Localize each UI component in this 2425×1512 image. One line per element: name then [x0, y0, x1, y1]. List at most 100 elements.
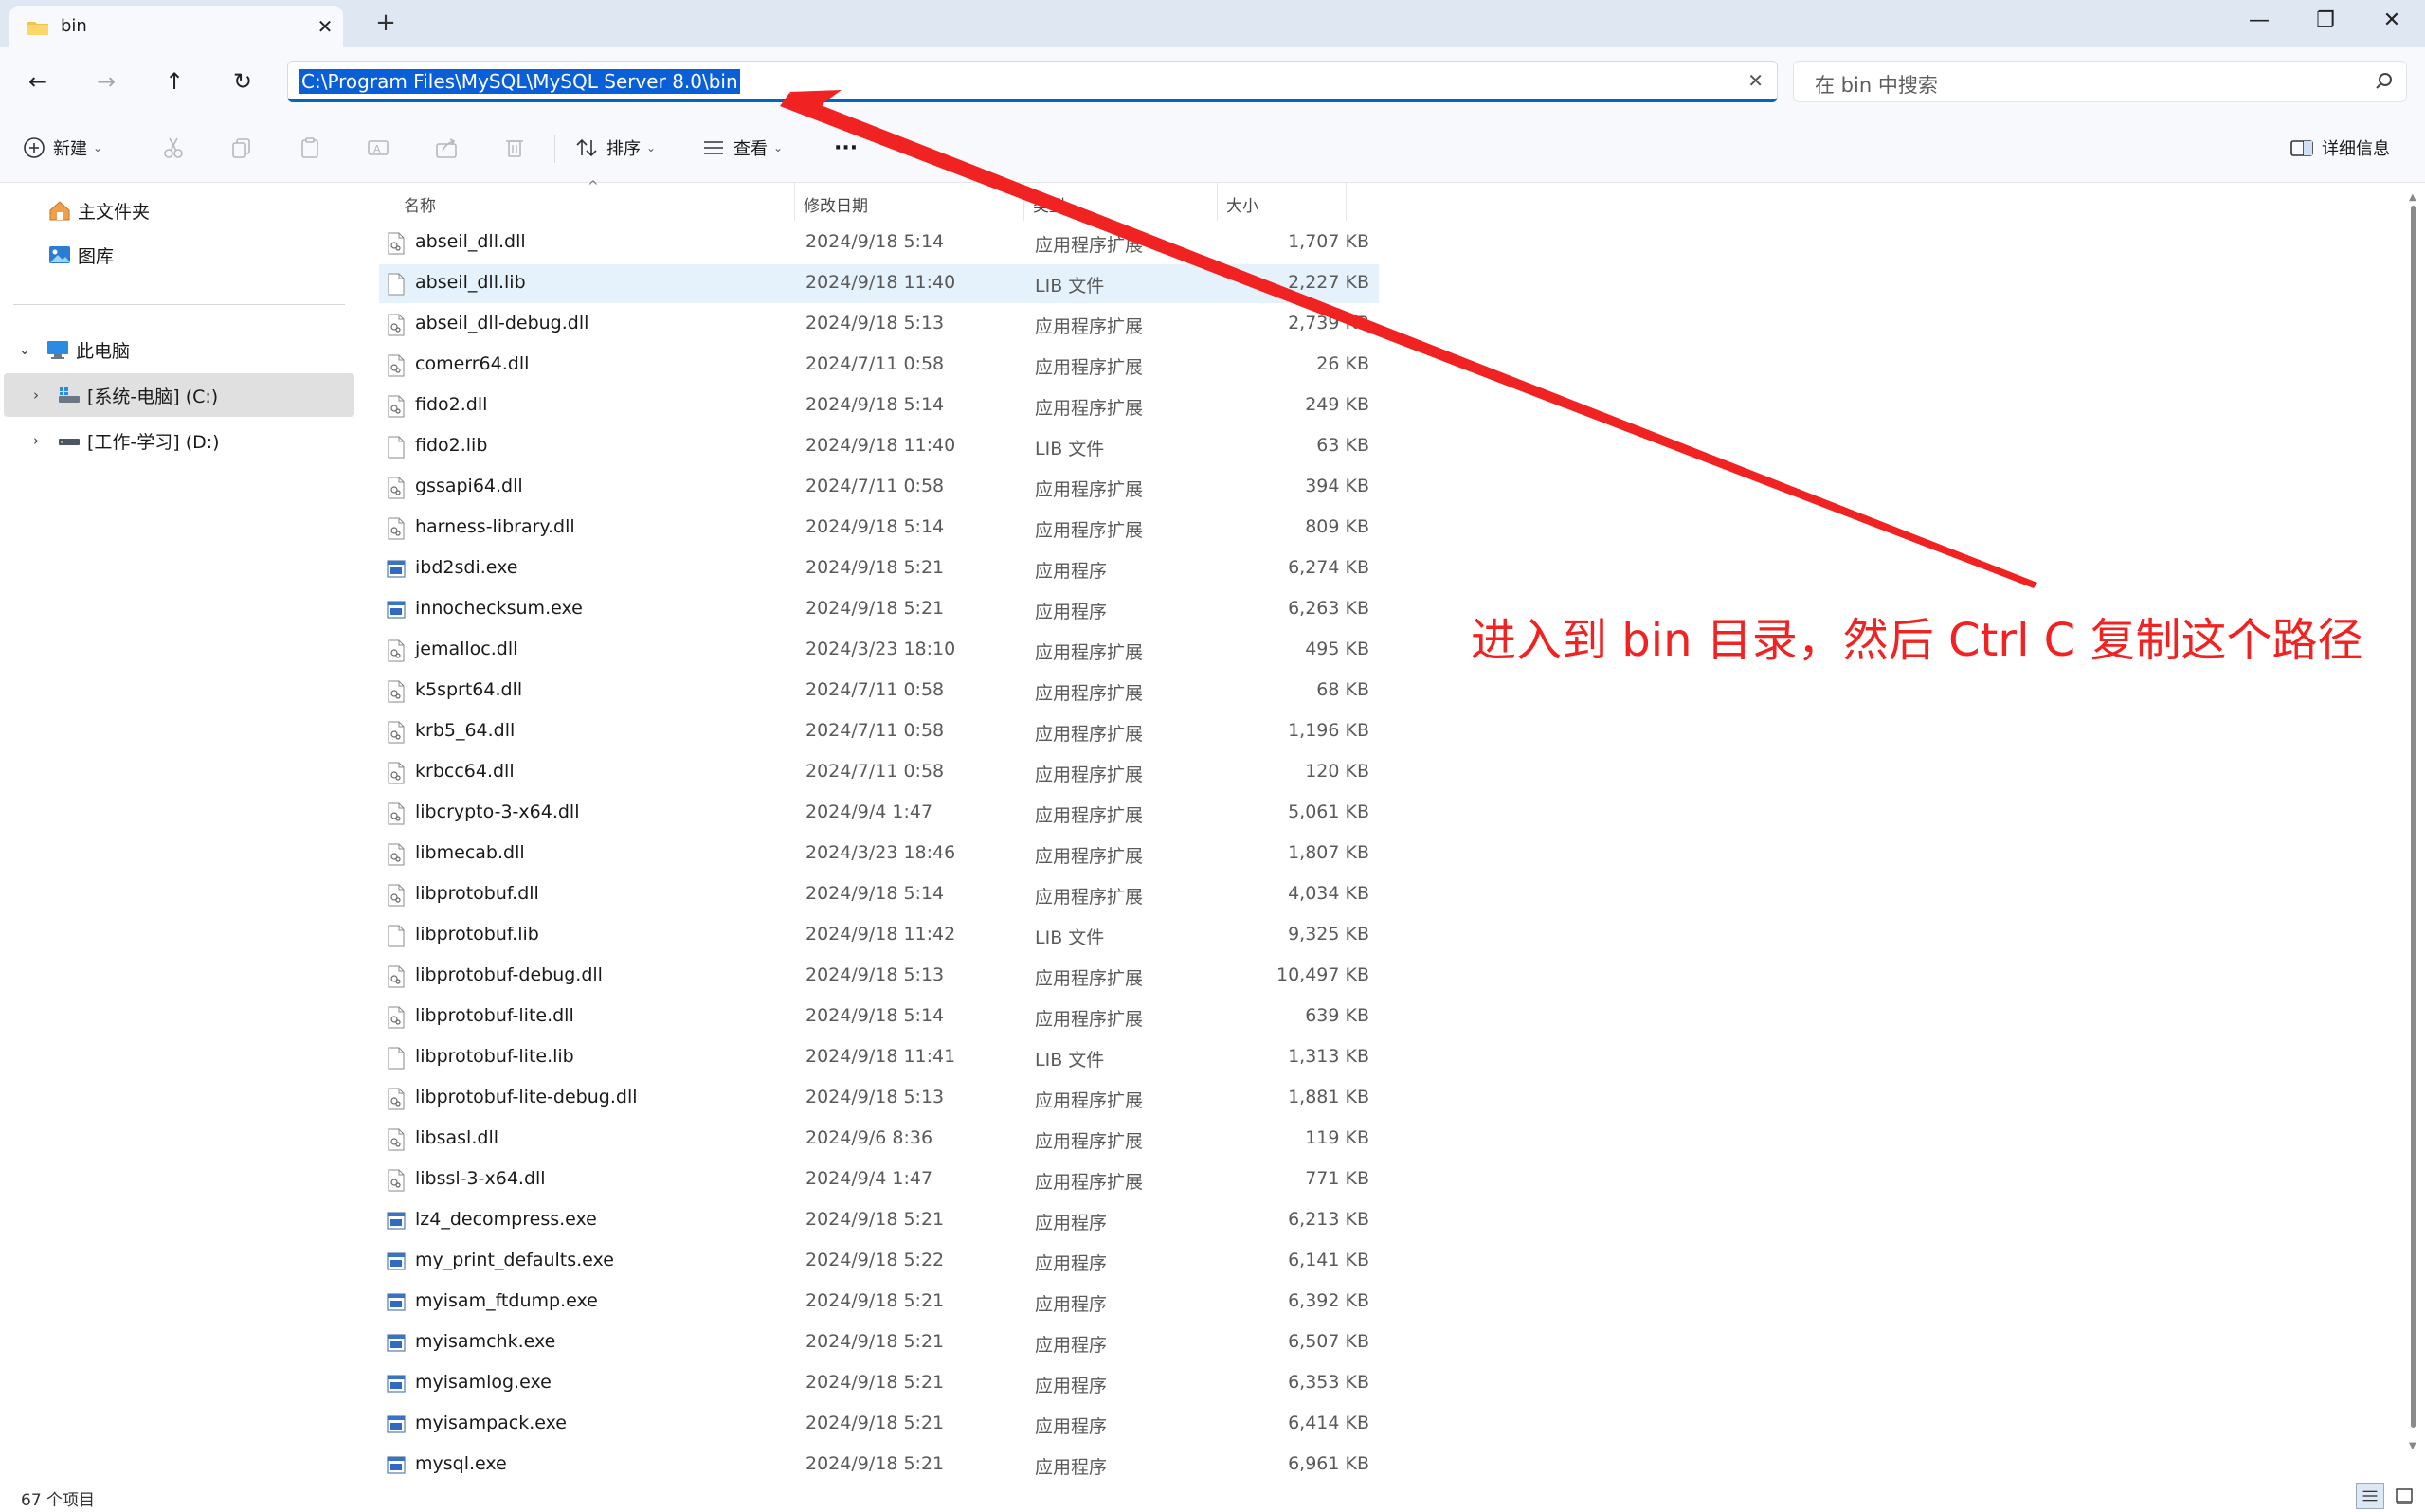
file-name[interactable]: jemalloc.dll	[415, 639, 517, 659]
search-icon[interactable]	[2374, 71, 2395, 92]
file-row[interactable]: my_print_defaults.exe 2024/9/18 5:22 应用程序 6…	[379, 1242, 1379, 1281]
file-name[interactable]: libprotobuf-debug.dll	[415, 964, 603, 985]
file-row[interactable]: lz4_decompress.exe 2024/9/18 5:21 应用程序 6,21…	[379, 1201, 1379, 1240]
file-row[interactable]: ibd2sdi.exe 2024/9/18 5:21 应用程序 6,274 KB	[379, 549, 1379, 588]
file-row[interactable]: k5sprt64.dll 2024/7/11 0:58 应用程序扩展 68 KB	[379, 672, 1379, 711]
scroll-down-icon[interactable]: ▼	[2409, 1441, 2416, 1451]
file-name[interactable]: abseil_dll.dll	[415, 231, 526, 252]
close-button[interactable]: ✕	[2359, 0, 2425, 42]
file-name[interactable]: libcrypto-3-x64.dll	[415, 801, 580, 822]
file-row[interactable]: libprotobuf-debug.dll 2024/9/18 5:13 应用程序扩…	[379, 957, 1379, 996]
file-name[interactable]: comerr64.dll	[415, 353, 529, 374]
file-row[interactable]: fido2.dll 2024/9/18 5:14 应用程序扩展 249 KB	[379, 387, 1379, 425]
details-pane-button[interactable]: 详细信息	[2289, 129, 2390, 167]
column-header-size[interactable]: 大小	[1226, 192, 1258, 216]
chevron-right-icon[interactable]: ›	[25, 432, 47, 449]
details-view-icon[interactable]	[2356, 1483, 2384, 1509]
file-name[interactable]: mysql.exe	[415, 1453, 507, 1474]
view-button[interactable]: 查看 ⌄	[701, 129, 783, 167]
paste-button[interactable]	[298, 129, 330, 167]
file-name[interactable]: libprotobuf.lib	[415, 924, 539, 945]
file-name[interactable]: krbcc64.dll	[415, 761, 515, 782]
file-row[interactable]: abseil_dll-debug.dll 2024/9/18 5:13 应用程序扩展…	[379, 305, 1379, 344]
rename-button[interactable]: A	[366, 129, 398, 167]
column-divider[interactable]	[1346, 183, 1347, 221]
file-name[interactable]: abseil_dll.lib	[415, 272, 526, 293]
file-name[interactable]: libprotobuf-lite.lib	[415, 1046, 574, 1067]
file-name[interactable]: libprotobuf.dll	[415, 883, 539, 904]
file-name[interactable]: k5sprt64.dll	[415, 679, 522, 700]
copy-button[interactable]	[229, 129, 262, 167]
file-row[interactable]: libprotobuf.lib 2024/9/18 11:42 LIB 文件 9,32…	[379, 916, 1379, 955]
address-bar[interactable]: C:\Program Files\MySQL\MySQL Server 8.0\…	[287, 61, 1778, 102]
column-divider[interactable]	[794, 183, 795, 221]
sidebar-item-home[interactable]: 主文件夹	[4, 189, 354, 232]
file-row[interactable]: libprotobuf-lite.dll 2024/9/18 5:14 应用程序扩展…	[379, 998, 1379, 1036]
file-name[interactable]: myisampack.exe	[415, 1413, 567, 1433]
file-row[interactable]: myisampack.exe 2024/9/18 5:21 应用程序 6,414 KB	[379, 1405, 1379, 1444]
vertical-scrollbar[interactable]: ▲ ▼	[2405, 183, 2422, 1481]
file-row[interactable]: libcrypto-3-x64.dll 2024/9/4 1:47 应用程序扩展 5,…	[379, 794, 1379, 833]
file-row[interactable]: myisam_ftdump.exe 2024/9/18 5:21 应用程序 6,392…	[379, 1283, 1379, 1322]
cut-button[interactable]	[161, 129, 193, 167]
file-name[interactable]: ibd2sdi.exe	[415, 557, 517, 578]
file-name[interactable]: myisamlog.exe	[415, 1372, 552, 1393]
sidebar-item-this-pc[interactable]: ⌄ 此电脑	[4, 328, 354, 371]
up-button[interactable]: ↑	[155, 63, 193, 100]
column-header-type[interactable]: 类型	[1033, 192, 1065, 216]
file-name[interactable]: myisam_ftdump.exe	[415, 1290, 598, 1311]
sidebar-item-drive-d[interactable]: › [工作-学习] (D:)	[4, 419, 354, 462]
file-row[interactable]: innochecksum.exe 2024/9/18 5:21 应用程序 6,263 …	[379, 590, 1379, 629]
file-row[interactable]: abseil_dll.lib 2024/9/18 11:40 LIB 文件 2,227…	[379, 264, 1379, 303]
file-name[interactable]: fido2.lib	[415, 435, 487, 456]
file-name[interactable]: gssapi64.dll	[415, 476, 523, 496]
file-row[interactable]: mysql.exe 2024/9/18 5:21 应用程序 6,961 KB	[379, 1446, 1379, 1485]
file-row[interactable]: myisamlog.exe 2024/9/18 5:21 应用程序 6,353 KB	[379, 1364, 1379, 1403]
search-box[interactable]: 在 bin 中搜索	[1793, 61, 2407, 102]
file-row[interactable]: krb5_64.dll 2024/7/11 0:58 应用程序扩展 1,196 KB	[379, 712, 1379, 751]
delete-button[interactable]	[502, 129, 534, 167]
tab-close-button[interactable]: ✕	[311, 13, 339, 40]
more-options-button[interactable]: ···	[834, 129, 858, 167]
file-row[interactable]: libprotobuf-lite.lib 2024/9/18 11:41 LIB 文…	[379, 1038, 1379, 1077]
file-name[interactable]: abseil_dll-debug.dll	[415, 313, 588, 333]
file-row[interactable]: comerr64.dll 2024/7/11 0:58 应用程序扩展 26 KB	[379, 346, 1379, 385]
refresh-button[interactable]: ↻	[224, 63, 262, 100]
column-divider[interactable]	[1023, 183, 1024, 221]
column-header-date[interactable]: 修改日期	[804, 192, 868, 216]
address-path[interactable]: C:\Program Files\MySQL\MySQL Server 8.0\…	[299, 69, 740, 94]
file-row[interactable]: jemalloc.dll 2024/3/23 18:10 应用程序扩展 495 KB	[379, 631, 1379, 670]
file-name[interactable]: fido2.dll	[415, 394, 487, 415]
file-row[interactable]: libprotobuf-lite-debug.dll 2024/9/18 5:13…	[379, 1079, 1379, 1118]
column-header-name[interactable]: 名称	[404, 192, 436, 216]
address-clear-icon[interactable]: ✕	[1747, 69, 1764, 92]
file-row[interactable]: libsasl.dll 2024/9/6 8:36 应用程序扩展 119 KB	[379, 1120, 1379, 1159]
file-row[interactable]: krbcc64.dll 2024/7/11 0:58 应用程序扩展 120 KB	[379, 753, 1379, 792]
file-row[interactable]: libmecab.dll 2024/3/23 18:46 应用程序扩展 1,807 K…	[379, 835, 1379, 873]
sidebar-item-drive-c[interactable]: › [系统-电脑] (C:)	[4, 373, 354, 417]
file-row[interactable]: libprotobuf.dll 2024/9/18 5:14 应用程序扩展 4,034…	[379, 875, 1379, 914]
restore-button[interactable]: ❐	[2292, 0, 2359, 42]
file-name[interactable]: krb5_64.dll	[415, 720, 515, 741]
forward-button[interactable]: →	[87, 63, 125, 100]
file-row[interactable]: gssapi64.dll 2024/7/11 0:58 应用程序扩展 394 KB	[379, 468, 1379, 507]
file-name[interactable]: my_print_defaults.exe	[415, 1250, 614, 1270]
scroll-thumb[interactable]	[2411, 206, 2416, 1428]
minimize-button[interactable]: —	[2226, 0, 2292, 42]
share-button[interactable]	[434, 129, 466, 167]
file-name[interactable]: myisamchk.exe	[415, 1331, 555, 1352]
file-row[interactable]: myisamchk.exe 2024/9/18 5:21 应用程序 6,507 KB	[379, 1323, 1379, 1362]
tab-bin[interactable]: bin ✕	[9, 6, 343, 47]
chevron-right-icon[interactable]: ›	[25, 387, 47, 404]
file-name[interactable]: libprotobuf-lite.dll	[415, 1005, 574, 1026]
file-name[interactable]: libssl-3-x64.dll	[415, 1168, 546, 1189]
file-name[interactable]: harness-library.dll	[415, 516, 575, 537]
sidebar-item-gallery[interactable]: 图库	[4, 233, 354, 277]
new-button[interactable]: 新建 ⌄	[23, 129, 102, 167]
file-row[interactable]: abseil_dll.dll 2024/9/18 5:14 应用程序扩展 1,707 …	[379, 224, 1379, 262]
file-row[interactable]: fido2.lib 2024/9/18 11:40 LIB 文件 63 KB	[379, 427, 1379, 466]
back-button[interactable]: ←	[19, 63, 57, 100]
search-input[interactable]: 在 bin 中搜索	[1815, 70, 1938, 99]
file-name[interactable]: lz4_decompress.exe	[415, 1209, 597, 1230]
file-name[interactable]: libsasl.dll	[415, 1127, 498, 1148]
